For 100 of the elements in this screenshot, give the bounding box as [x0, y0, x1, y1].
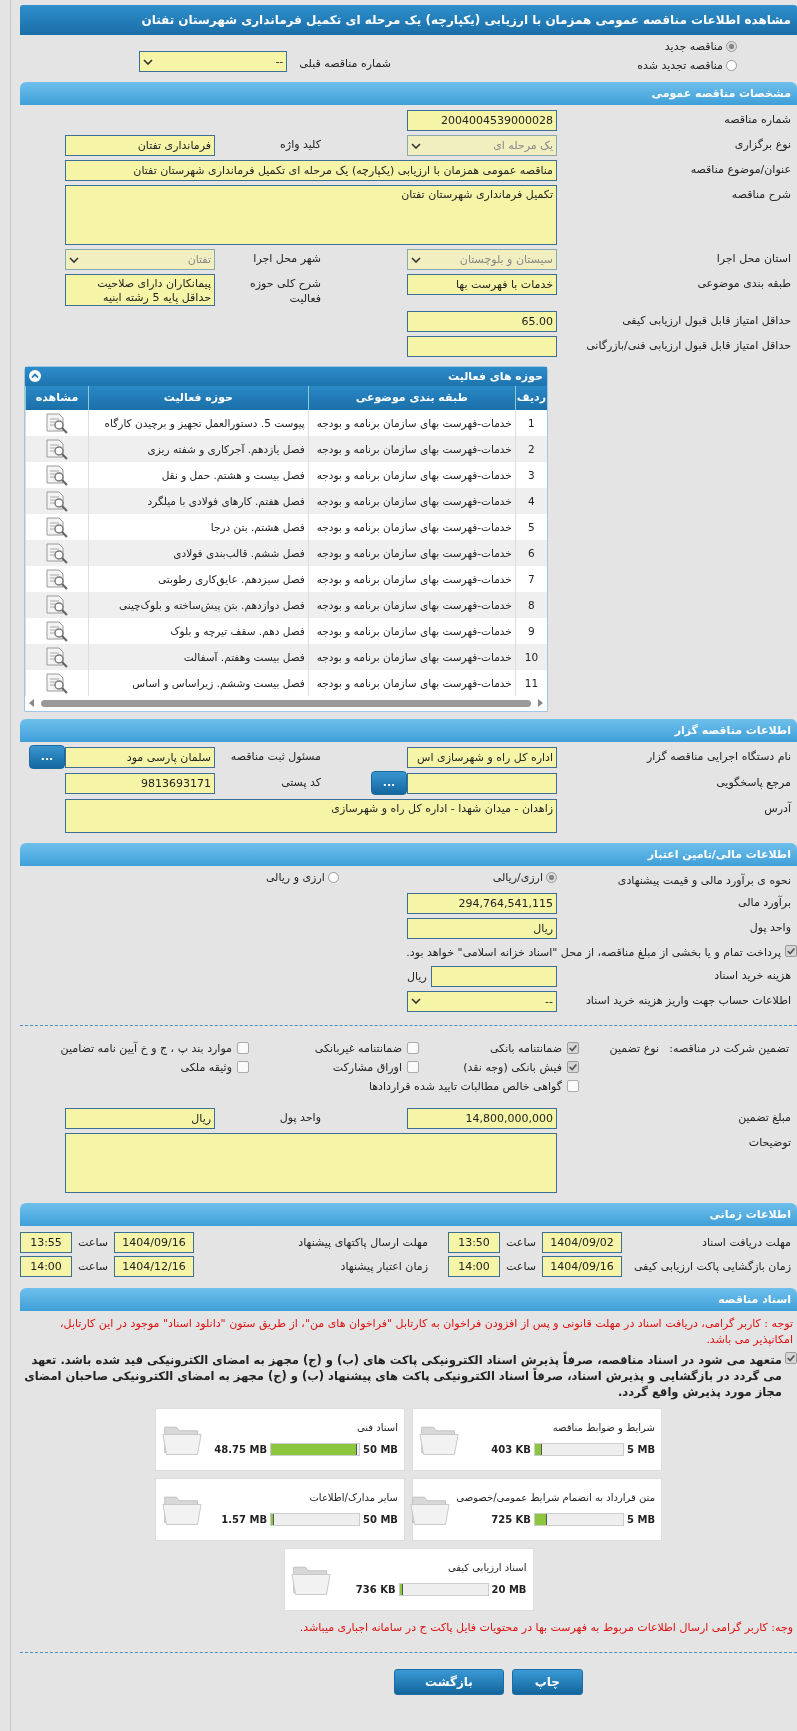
time-field[interactable]: 13:55	[20, 1231, 72, 1253]
document-magnifier-icon[interactable]	[44, 619, 70, 642]
field-label: برآورد مالی	[737, 894, 792, 911]
checkbox-label: پرداخت تمام و یا بخشی از مبلغ مناقصه، از محل "اسناد خزانه اسلامی" خواهد بود.	[405, 944, 781, 960]
checkbox[interactable]	[567, 1042, 579, 1055]
date-field[interactable]: 1404/12/16	[114, 1255, 194, 1277]
document-magnifier-icon[interactable]	[44, 437, 70, 460]
table-cell: خدمات-فهرست بهای سازمان برنامه و بودجه	[308, 513, 516, 540]
field-label: شماره مناقصه	[723, 112, 792, 128]
text-field[interactable]: خدمات با فهرست بها	[407, 274, 557, 295]
text-field[interactable]: 65.00	[407, 310, 557, 332]
max-size-label: 5 MB	[627, 1444, 655, 1456]
text-area[interactable]: پیمانکاران دارای صلاحیت حداقل پایه 5 رشته ابنیه	[65, 274, 215, 306]
document-magnifier-icon[interactable]	[44, 463, 70, 486]
field-label: نحوه ی برآورد مالی و قیمت پیشنهادی	[616, 872, 792, 889]
radio-label: مناقصه جدید	[664, 40, 723, 53]
field-label: ساعت	[505, 1259, 537, 1273]
checkbox[interactable]	[407, 1042, 419, 1055]
scroll-right-icon[interactable]	[537, 699, 543, 708]
text-field[interactable]: سلمان پارسی مود	[65, 746, 215, 768]
checkbox-label: فیش بانکی (وجه نقد)	[463, 1060, 562, 1074]
document-magnifier-icon[interactable]	[44, 593, 70, 616]
time-field[interactable]: 14:00	[448, 1255, 500, 1277]
field-label: طبقه بندی موضوعی	[696, 276, 792, 292]
text-field[interactable]: 9813693171	[65, 772, 215, 794]
text-field[interactable]: ریال	[65, 1107, 215, 1129]
table-cell: خدمات-فهرست بهای سازمان برنامه و بودجه	[308, 539, 516, 566]
radio-label: ارزی و ریالی	[265, 870, 325, 884]
table-cell: خدمات-فهرست بهای سازمان برنامه و بودجه	[308, 617, 516, 644]
date-field[interactable]: 1404/09/16	[542, 1255, 622, 1277]
document-magnifier-icon[interactable]	[44, 645, 70, 668]
field-label: استان محل اجرا	[715, 251, 792, 267]
field-label: حداقل امتیاز قابل قبول ارزیابی فنی/بازرگانی	[585, 337, 792, 354]
field-label: کد پستی	[280, 774, 322, 791]
text-field[interactable]: 2004004539000028	[407, 110, 557, 131]
action-button[interactable]: چاپ	[511, 1668, 583, 1695]
field-label: حداقل امتیاز قابل قبول ارزیابی کیفی	[621, 312, 792, 329]
text-area[interactable]: زاهدان - میدان شهدا - اداره کل راه و شهرسازی	[65, 798, 557, 833]
checkbox[interactable]	[237, 1042, 249, 1055]
column-header: حوزه فعالیت	[88, 385, 309, 410]
text-field[interactable]: فرمانداری تفتان	[65, 135, 215, 156]
time-field[interactable]: 13:50	[448, 1231, 500, 1253]
text-area[interactable]: تکمیل فرمانداری شهرستان تفتان	[65, 185, 557, 245]
checkbox-label: ضمانتنامه غیربانکی	[314, 1041, 402, 1055]
action-button[interactable]: بازگشت	[394, 1668, 504, 1695]
document-magnifier-icon[interactable]	[44, 411, 70, 434]
checkbox[interactable]	[567, 1061, 579, 1074]
text-field[interactable]: مناقصه عمومی همزمان با ارزیابی (یکپارچه) یک مرحله ای تکمیل فرمانداری شهرستان تفتان	[65, 160, 557, 181]
radio-button[interactable]	[546, 871, 557, 883]
field-label: نوع تضمین	[608, 1041, 659, 1055]
checkbox[interactable]	[785, 944, 797, 957]
notice-text: وجه: کاربر گرامی ارسال اطلاعات مربوط به فهرست بها در محتویات فایل پاکت ج در سامانه اجباری میباشد.	[298, 1619, 794, 1636]
column-header: مشاهده	[25, 385, 89, 410]
radio-button[interactable]	[327, 871, 339, 883]
text-field[interactable]: اداره کل راه و شهرسازی اس	[407, 746, 557, 768]
file-size-label: 403 KB	[491, 1444, 531, 1456]
radio-button[interactable]	[726, 41, 737, 52]
document-magnifier-icon[interactable]	[44, 567, 70, 590]
checkbox[interactable]	[785, 1351, 797, 1364]
field-label: شهر محل اجرا	[252, 251, 322, 267]
table-cell: 9	[515, 617, 547, 644]
text-field[interactable]	[407, 335, 557, 357]
text-field[interactable]	[430, 965, 557, 987]
checkbox[interactable]	[237, 1061, 249, 1074]
chevron-down-icon	[143, 58, 154, 65]
checkbox[interactable]	[567, 1080, 579, 1093]
table-cell: فصل ششم. قالب‌بندی فولادی	[88, 539, 309, 566]
text-field[interactable]	[407, 772, 557, 794]
document-magnifier-icon[interactable]	[44, 515, 70, 538]
scrollbar-thumb[interactable]	[41, 699, 531, 707]
text-field[interactable]: 294,764,541,115	[407, 892, 557, 914]
max-size-label: 50 MB	[363, 1444, 398, 1456]
more-button[interactable]: ...	[29, 744, 65, 769]
time-field[interactable]: 14:00	[20, 1255, 72, 1277]
date-field[interactable]: 1404/09/16	[114, 1231, 194, 1253]
field-label: کلید واژه	[279, 137, 322, 153]
checkbox-label: گواهی خالص مطالبات تایید شده قراردادها	[368, 1079, 562, 1093]
field-label: اطلاعات حساب جهت واریز هزینه خرید اسناد	[584, 992, 792, 1009]
text-area[interactable]	[65, 1132, 557, 1193]
section-header: مشخصات مناقصه عمومی	[20, 82, 797, 105]
text-field[interactable]: 14,800,000,000	[407, 1107, 557, 1129]
table-cell: فصل بیست وهفتم. آسفالت	[88, 643, 309, 670]
document-magnifier-icon[interactable]	[44, 541, 70, 564]
select-field[interactable]: --	[407, 990, 557, 1012]
scroll-left-icon[interactable]	[29, 699, 35, 708]
radio-button[interactable]	[726, 60, 737, 71]
checkbox-label: ضمانتنامه بانکی	[489, 1041, 562, 1055]
document-magnifier-icon[interactable]	[44, 671, 70, 694]
select-field[interactable]: --	[139, 51, 288, 72]
radio-label: مناقصه تجدید شده	[637, 59, 723, 72]
file-title: متن قرارداد به انضمام شرایط عمومی/خصوصی	[456, 1492, 655, 1504]
collapse-icon[interactable]	[29, 370, 41, 383]
date-field[interactable]: 1404/09/02	[542, 1231, 622, 1253]
checkbox[interactable]	[407, 1061, 419, 1074]
text-field[interactable]: ریال	[407, 917, 557, 939]
document-magnifier-icon[interactable]	[44, 489, 70, 512]
field-label: زمان بازگشایی پاکت ارزیابی کیفی	[632, 1259, 792, 1273]
field-label: عنوان/موضوع مناقصه	[689, 162, 792, 178]
more-button[interactable]: ...	[371, 770, 407, 795]
table-cell: خدمات-فهرست بهای سازمان برنامه و بودجه	[308, 487, 516, 514]
